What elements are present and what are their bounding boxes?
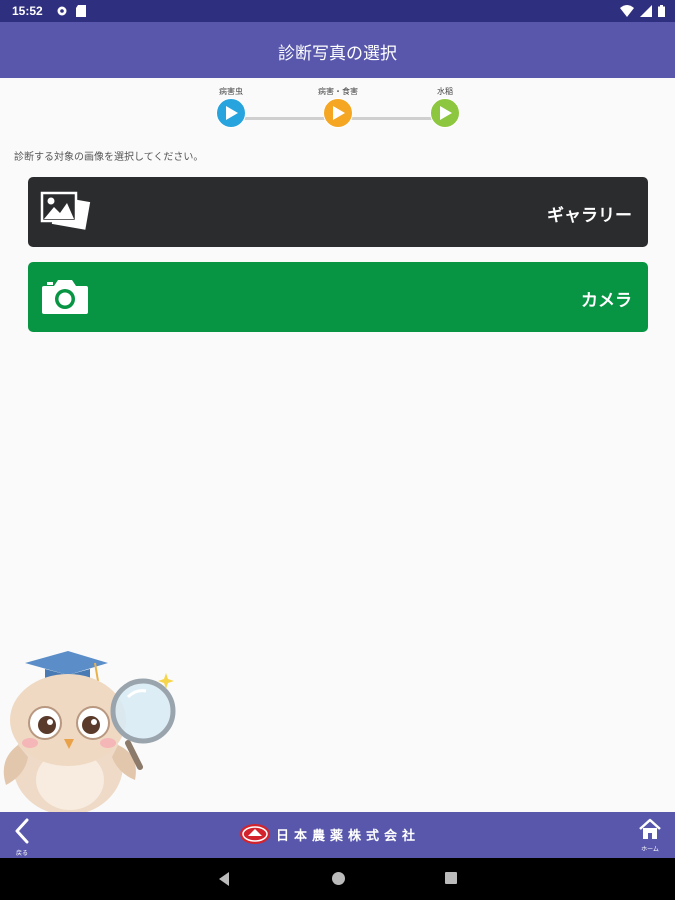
gallery-button[interactable]: ギャラリー: [28, 177, 648, 247]
step-label: 病害虫: [219, 87, 243, 96]
nav-back-icon[interactable]: [217, 871, 231, 887]
app-bar: 診断写真の選択: [0, 22, 675, 78]
camera-button[interactable]: カメラ: [28, 262, 648, 332]
status-bar: 15:52: [0, 0, 675, 22]
step-label: 病害・食害: [318, 87, 358, 96]
owl-mascot-illustration: [3, 651, 176, 812]
play-icon: [440, 106, 452, 120]
battery-icon: [658, 5, 665, 17]
home-button[interactable]: ホーム: [637, 818, 663, 853]
home-icon: [639, 818, 661, 839]
play-icon: [226, 106, 238, 120]
camera-icon: [42, 280, 88, 314]
gallery-label: ギャラリー: [547, 206, 632, 226]
signal-icon: [640, 5, 652, 17]
progress-steps: 病害虫 病害・食害 水稲: [0, 78, 675, 142]
home-label: ホーム: [641, 846, 659, 853]
play-icon: [333, 106, 345, 120]
camera-label: カメラ: [581, 291, 632, 311]
step-damage[interactable]: 病害・食害: [308, 78, 368, 128]
back-button[interactable]: 戻る: [10, 818, 34, 857]
company-brand: 日本農薬株式会社: [240, 824, 420, 844]
step-pest[interactable]: 病害虫: [201, 78, 261, 128]
sd-card-icon: [76, 5, 86, 17]
company-logo: [240, 824, 270, 844]
page-title: 診断写真の選択: [278, 44, 397, 64]
nav-recents-icon[interactable]: [444, 871, 458, 885]
back-arrow-icon: [15, 818, 29, 844]
gallery-icon: [40, 191, 91, 230]
instruction-text: 診断する対象の画像を選択してください。: [14, 152, 204, 163]
step-label: 水稲: [437, 87, 453, 96]
back-label: 戻る: [15, 850, 28, 857]
step-circle: [216, 98, 246, 128]
wifi-icon: [620, 5, 634, 17]
nav-home-icon[interactable]: [331, 871, 346, 886]
step-rice[interactable]: 水稲: [415, 78, 475, 128]
step-circle: [323, 98, 353, 128]
system-nav-bar: [0, 858, 675, 900]
status-time: 15:52: [12, 4, 43, 18]
step-circle: [430, 98, 460, 128]
company-name: 日本農薬株式会社: [276, 828, 421, 844]
company-logo-mark: [242, 826, 268, 842]
settings-icon: [57, 6, 67, 16]
bottom-bar: 戻る 日本農薬株式会社 ホーム: [0, 812, 675, 858]
